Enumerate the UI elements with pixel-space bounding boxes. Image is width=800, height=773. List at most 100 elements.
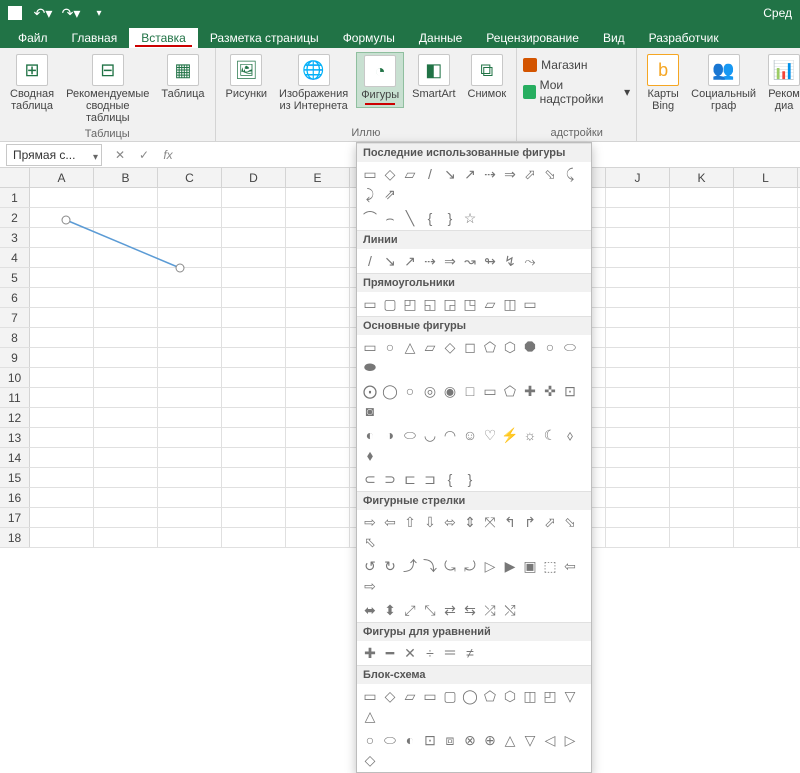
shape-gallery-item[interactable]: ◐	[401, 731, 419, 749]
cell[interactable]	[670, 428, 734, 447]
cell[interactable]	[670, 528, 734, 547]
shape-gallery-item[interactable]: ⊂	[361, 470, 379, 488]
shape-gallery-item[interactable]: ⤡	[421, 601, 439, 619]
shape-gallery-item[interactable]: ◁	[541, 731, 559, 749]
cell[interactable]	[670, 288, 734, 307]
shape-gallery-item[interactable]: ✕	[401, 644, 419, 662]
shape-gallery-item[interactable]: ○	[361, 731, 379, 749]
shape-gallery-item[interactable]: ◲	[441, 295, 459, 313]
shape-gallery-item[interactable]: ↯	[501, 252, 519, 270]
shape-gallery-item[interactable]: ⬁	[361, 533, 379, 551]
shape-gallery-item[interactable]: ⇒	[501, 165, 519, 183]
shape-gallery-item[interactable]: ⤿	[441, 557, 459, 575]
cell[interactable]	[30, 328, 94, 347]
shape-gallery-item[interactable]: ⤭	[501, 601, 519, 619]
tab-view[interactable]: Вид	[591, 28, 637, 48]
column-header[interactable]: L	[734, 168, 798, 187]
shape-gallery-item[interactable]: ☺	[461, 426, 479, 444]
cell[interactable]	[222, 328, 286, 347]
shape-gallery-item[interactable]: ◇	[381, 687, 399, 705]
shape-gallery-item[interactable]: ⇩	[421, 513, 439, 531]
cell[interactable]	[222, 368, 286, 387]
store-button[interactable]: Магазин	[523, 58, 587, 72]
recommended-button[interactable]: 📊Реком диа	[764, 52, 800, 114]
shape-gallery-item[interactable]: ⇨	[361, 513, 379, 531]
cell[interactable]	[222, 408, 286, 427]
shape-gallery-item[interactable]: ⬬	[361, 358, 379, 376]
cell[interactable]	[94, 228, 158, 247]
shape-gallery-item[interactable]: ▭	[361, 295, 379, 313]
shape-gallery-item[interactable]: ⬨	[561, 426, 579, 444]
cell[interactable]	[606, 208, 670, 227]
cell[interactable]	[94, 528, 158, 547]
cell[interactable]	[286, 248, 350, 267]
cell[interactable]	[222, 268, 286, 287]
column-header[interactable]: J	[606, 168, 670, 187]
shape-gallery-item[interactable]: ↺	[361, 557, 379, 575]
cell[interactable]	[670, 468, 734, 487]
shape-gallery-item[interactable]: ⊗	[461, 731, 479, 749]
shape-gallery-item[interactable]: ▭	[361, 687, 379, 705]
shape-gallery-item[interactable]: ◱	[421, 295, 439, 313]
enter-icon[interactable]: ✓	[132, 148, 156, 162]
shape-gallery-item[interactable]: ╲	[401, 209, 419, 227]
cell[interactable]	[286, 328, 350, 347]
shape-gallery-item[interactable]: ⬠	[501, 382, 519, 400]
shape-gallery-item[interactable]: ◫	[521, 687, 539, 705]
cell[interactable]	[94, 428, 158, 447]
shape-gallery-item[interactable]: ↝	[461, 252, 479, 270]
shape-gallery-item[interactable]: ↘	[381, 252, 399, 270]
shape-gallery-item[interactable]: ⬀	[521, 165, 539, 183]
cell[interactable]	[222, 308, 286, 327]
cell[interactable]	[734, 468, 798, 487]
cell[interactable]	[606, 288, 670, 307]
cell[interactable]	[286, 488, 350, 507]
shape-gallery-item[interactable]: ↻	[381, 557, 399, 575]
shape-gallery-item[interactable]: ↘	[441, 165, 459, 183]
cell[interactable]	[606, 408, 670, 427]
column-header[interactable]: C	[158, 168, 222, 187]
shape-gallery-item[interactable]: ⤾	[461, 557, 479, 575]
cell[interactable]	[94, 468, 158, 487]
cell[interactable]	[606, 468, 670, 487]
cell[interactable]	[286, 308, 350, 327]
shape-gallery-item[interactable]: ◫	[501, 295, 519, 313]
cell[interactable]	[222, 348, 286, 367]
cell[interactable]	[158, 508, 222, 527]
cell[interactable]	[734, 348, 798, 367]
shape-gallery-item[interactable]: ⇄	[441, 601, 459, 619]
shape-gallery-item[interactable]: ◯	[381, 382, 399, 400]
cell[interactable]	[30, 228, 94, 247]
cell[interactable]	[158, 308, 222, 327]
shape-gallery-item[interactable]: ◻	[461, 338, 479, 356]
cell[interactable]	[606, 488, 670, 507]
shape-gallery-item[interactable]: ⊃	[381, 470, 399, 488]
cell[interactable]	[158, 288, 222, 307]
cell[interactable]	[222, 228, 286, 247]
shape-gallery-item[interactable]: ◠	[441, 426, 459, 444]
shape-gallery-item[interactable]: ━	[381, 644, 399, 662]
shape-gallery-item[interactable]: ▭	[361, 165, 379, 183]
shape-gallery-item[interactable]: ⇒	[441, 252, 459, 270]
name-box[interactable]: Прямая с...▾	[6, 144, 102, 166]
shape-gallery-item[interactable]: ○	[541, 338, 559, 356]
shape-gallery-item[interactable]: ⬡	[501, 687, 519, 705]
cell[interactable]	[606, 448, 670, 467]
shape-gallery-item[interactable]: ⬀	[541, 513, 559, 531]
cell[interactable]	[606, 368, 670, 387]
cell[interactable]	[734, 428, 798, 447]
column-header[interactable]: K	[670, 168, 734, 187]
row-header[interactable]: 11	[0, 388, 30, 407]
shape-gallery-item[interactable]: ↰	[501, 513, 519, 531]
shape-gallery-item[interactable]: ⬍	[381, 601, 399, 619]
shape-gallery-item[interactable]: ⨀	[361, 382, 379, 400]
cell[interactable]	[734, 268, 798, 287]
shape-gallery-item[interactable]: ☾	[541, 426, 559, 444]
shape-gallery-item[interactable]: ≠	[461, 644, 479, 662]
column-header[interactable]: D	[222, 168, 286, 187]
cell[interactable]	[30, 188, 94, 207]
cell[interactable]	[286, 188, 350, 207]
cell[interactable]	[670, 188, 734, 207]
shape-gallery-item[interactable]: ✜	[541, 382, 559, 400]
cell[interactable]	[734, 308, 798, 327]
